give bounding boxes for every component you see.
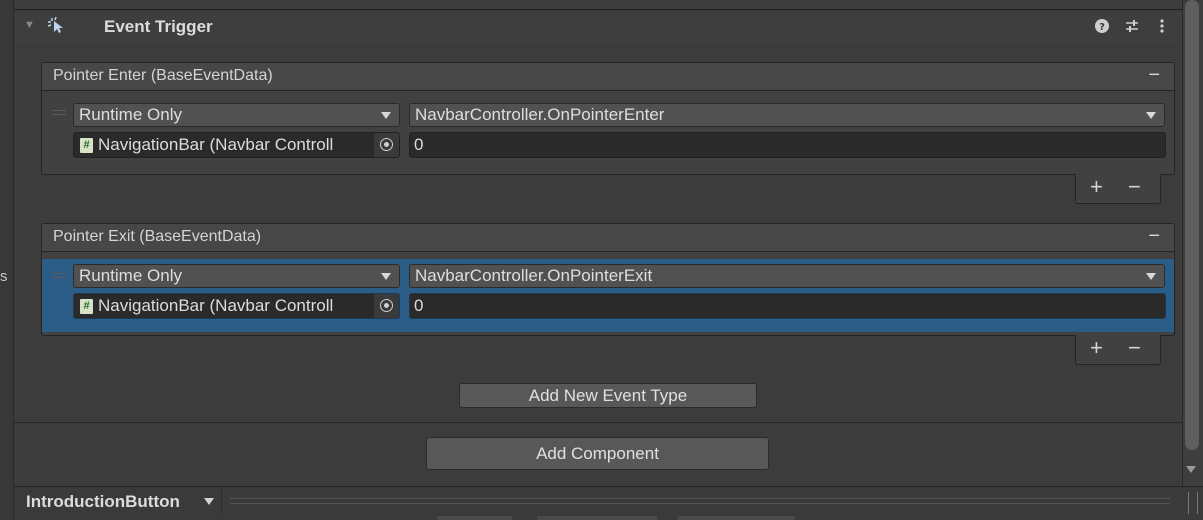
list-footer: + − — [1075, 335, 1161, 365]
call-state-dropdown[interactable]: Runtime Only — [73, 264, 400, 288]
event-trigger-icon — [47, 16, 66, 35]
argument-value: 0 — [414, 296, 424, 315]
function-value: NavbarController.OnPointerEnter — [415, 105, 665, 124]
help-icon[interactable]: ? — [1093, 17, 1111, 35]
target-object-value: NavigationBar (Navbar Controll — [98, 296, 334, 315]
event-header: Pointer Exit (BaseEventData) − — [42, 224, 1174, 252]
left-gutter — [0, 0, 14, 520]
divider — [14, 422, 1182, 423]
kebab-menu-icon[interactable] — [1153, 17, 1171, 35]
chevron-down-icon — [381, 112, 391, 119]
remove-event-button[interactable]: − — [1148, 225, 1160, 248]
scrollbar-thumb[interactable] — [1185, 0, 1199, 450]
call-state-value: Runtime Only — [79, 105, 182, 124]
chevron-down-icon — [381, 273, 391, 280]
call-state-value: Runtime Only — [79, 266, 182, 285]
resize-handle-icon[interactable] — [1188, 492, 1198, 514]
argument-field[interactable]: 0 — [409, 293, 1166, 319]
scroll-down-arrow-icon[interactable] — [1186, 466, 1196, 473]
argument-value: 0 — [414, 135, 424, 154]
function-dropdown[interactable]: NavbarController.OnPointerEnter — [409, 103, 1165, 127]
script-icon: # — [80, 299, 93, 314]
add-listener-button[interactable]: + — [1090, 174, 1103, 200]
gutter-label: s — [0, 268, 8, 285]
preview-tab — [678, 516, 795, 520]
add-component-button[interactable]: Add Component — [426, 437, 769, 470]
target-object-value: NavigationBar (Navbar Controll — [98, 135, 334, 154]
preview-object-dropdown[interactable]: IntroductionButton — [26, 492, 180, 512]
function-dropdown[interactable]: NavbarController.OnPointerExit — [409, 264, 1165, 288]
chevron-down-icon[interactable] — [204, 498, 214, 505]
chevron-down-icon — [1146, 273, 1156, 280]
target-object-field[interactable]: # NavigationBar (Navbar Controll — [73, 293, 400, 319]
event-title: Pointer Enter (BaseEventData) — [53, 67, 273, 84]
previous-component-edge — [14, 0, 1182, 10]
add-listener-button[interactable]: + — [1090, 335, 1103, 361]
drag-handle-icon[interactable] — [52, 273, 66, 278]
target-object-field[interactable]: # NavigationBar (Navbar Controll — [73, 132, 400, 158]
object-picker-icon[interactable] — [373, 294, 399, 318]
remove-event-button[interactable]: − — [1148, 64, 1160, 87]
remove-listener-button[interactable]: − — [1128, 335, 1141, 361]
event-header: Pointer Enter (BaseEventData) − — [42, 63, 1174, 91]
drag-handle-icon[interactable] — [52, 110, 66, 115]
object-picker-icon[interactable] — [373, 133, 399, 157]
foldout-arrow-icon[interactable]: ▼ — [24, 19, 35, 31]
svg-text:?: ? — [1099, 22, 1105, 33]
add-new-event-type-button[interactable]: Add New Event Type — [459, 383, 757, 408]
chevron-down-icon — [1146, 112, 1156, 119]
preview-tab — [537, 516, 657, 520]
listener-row-selected[interactable]: Runtime Only NavbarController.OnPointerE… — [42, 259, 1174, 332]
script-icon: # — [80, 138, 93, 153]
event-panel-pointer-enter: Pointer Enter (BaseEventData) − Runtime … — [41, 62, 1175, 175]
component-title: Event Trigger — [104, 17, 213, 36]
argument-field[interactable]: 0 — [409, 132, 1166, 158]
function-value: NavbarController.OnPointerExit — [415, 266, 653, 285]
remove-listener-button[interactable]: − — [1128, 174, 1141, 200]
event-panel-pointer-exit: Pointer Exit (BaseEventData) − Runtime O… — [41, 223, 1175, 336]
preset-icon[interactable] — [1123, 17, 1141, 35]
list-footer: + − — [1075, 174, 1161, 204]
listener-row[interactable]: Runtime Only NavbarController.OnPointerE… — [42, 92, 1174, 160]
call-state-dropdown[interactable]: Runtime Only — [73, 103, 400, 127]
resize-grip[interactable] — [230, 498, 1170, 504]
event-title: Pointer Exit (BaseEventData) — [53, 228, 262, 245]
bar-divider — [221, 488, 222, 514]
preview-tab — [437, 516, 512, 520]
